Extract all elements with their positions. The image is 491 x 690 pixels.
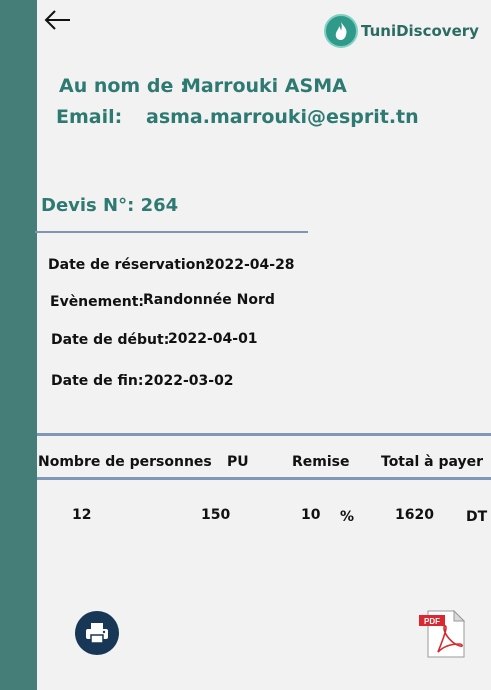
reservation-date: 2022-04-28 <box>205 257 295 273</box>
email-label: Email: <box>56 106 123 128</box>
devis-number: 264 <box>140 195 179 216</box>
client-email: asma.marrouki@esprit.tn <box>146 106 419 128</box>
arrow-left-icon <box>44 10 70 30</box>
client-name: Marrouki ASMA <box>182 75 347 97</box>
header-total: Total à payer <box>381 454 484 470</box>
start-date: 2022-04-01 <box>168 331 258 347</box>
end-date: 2022-03-02 <box>144 373 234 389</box>
event-name: Randonnée Nord <box>143 292 275 308</box>
sidebar <box>0 0 37 690</box>
table-top-divider <box>37 433 491 436</box>
brand-logo: TuniDiscovery <box>324 14 479 48</box>
pdf-file-icon: PDF <box>419 609 466 658</box>
back-button[interactable] <box>44 8 72 32</box>
flame-logo-icon <box>324 14 358 48</box>
print-button[interactable] <box>75 611 119 655</box>
header-persons: Nombre de personnes <box>38 454 212 470</box>
name-label: Au nom de : <box>59 75 188 97</box>
discount-value: 10 <box>301 507 321 523</box>
printer-icon <box>86 623 108 644</box>
reservation-label: Date de réservation: <box>48 257 211 273</box>
devis-title: Devis N°: 264 <box>41 195 178 216</box>
total-value: 1620 <box>395 507 434 523</box>
pdf-button[interactable]: PDF <box>418 609 466 658</box>
header-unit-price: PU <box>227 454 249 470</box>
unit-price-value: 150 <box>201 507 231 523</box>
currency: DT <box>466 509 488 525</box>
event-label: Evènement: <box>50 294 144 310</box>
svg-text:PDF: PDF <box>424 617 440 626</box>
table-header-divider <box>37 477 491 480</box>
end-date-label: Date de fin: <box>51 373 144 389</box>
persons-value: 12 <box>72 507 92 523</box>
brand-name: TuniDiscovery <box>361 22 479 40</box>
discount-unit: % <box>340 509 355 525</box>
start-date-label: Date de début: <box>51 332 170 348</box>
devis-divider <box>35 231 308 233</box>
header-discount: Remise <box>292 454 350 470</box>
devis-label: Devis N°: <box>41 195 135 216</box>
